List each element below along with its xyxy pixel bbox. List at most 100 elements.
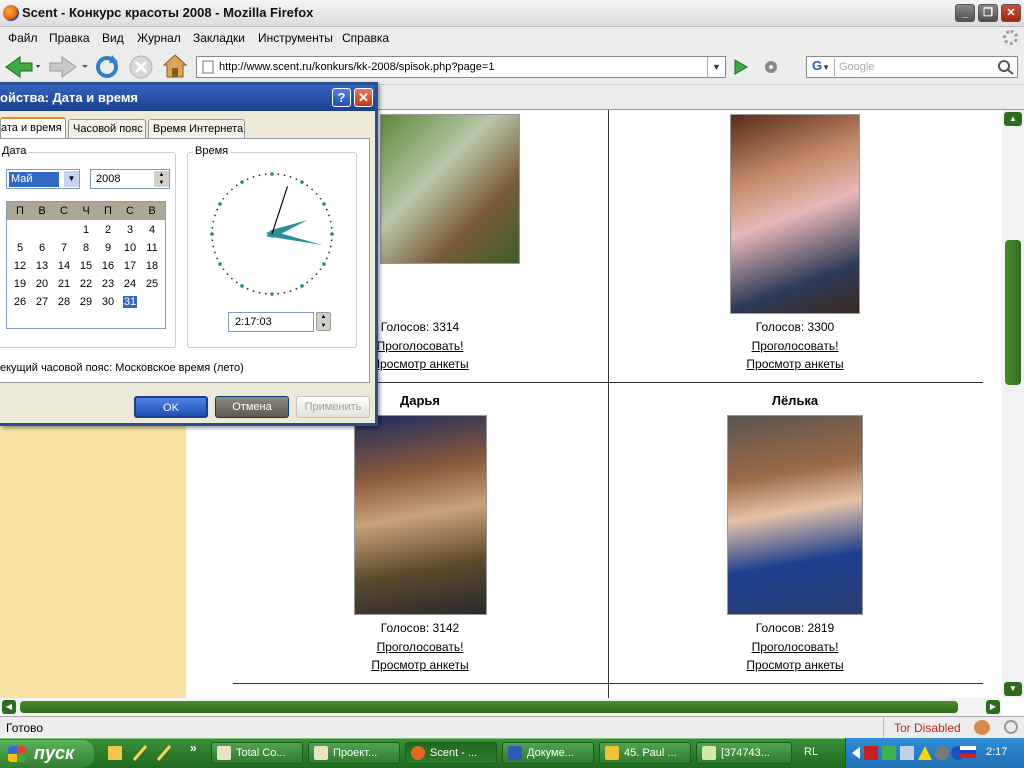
menu-bookmarks[interactable]: Закладки [193, 31, 245, 45]
scroll-right-icon[interactable]: ▶ [986, 700, 1000, 714]
calendar-day[interactable]: 15 [75, 260, 97, 272]
vertical-scroll-thumb[interactable] [1005, 240, 1021, 385]
time-input[interactable]: 2:17:03 [228, 312, 314, 332]
taskbar-item-scent[interactable]: Scent - ... [405, 742, 497, 764]
calendar-day[interactable]: 22 [75, 278, 97, 290]
year-spin-icon[interactable]: ▲ ▼ [154, 171, 169, 187]
quick-launch-expand[interactable]: » [190, 741, 197, 755]
contestant-4-photo[interactable] [727, 415, 863, 615]
contestant-4-vote-link[interactable]: Проголосовать! [735, 640, 855, 654]
quick-launch-icons[interactable] [106, 744, 186, 762]
apply-button[interactable]: Применить [296, 396, 370, 418]
year-spinner[interactable]: 2008 ▲ ▼ [90, 169, 170, 189]
month-select[interactable]: Май ▼ [6, 169, 80, 189]
minimize-button[interactable]: _ [955, 4, 975, 22]
contestant-3-profile-link[interactable]: Просмотр анкеты [360, 658, 480, 672]
calendar-day[interactable]: 31 [123, 296, 137, 308]
url-input[interactable]: http://www.scent.ru/konkurs/kk-2008/spis… [196, 56, 726, 78]
taskbar-item-document[interactable]: Докуме... [502, 742, 594, 764]
reload-icon[interactable] [94, 54, 120, 80]
menu-tools[interactable]: Инструменты [258, 31, 333, 45]
calendar-day[interactable]: 12 [9, 260, 31, 272]
time-spin-icon[interactable]: ▲ ▼ [316, 312, 331, 331]
tray-icons[interactable] [850, 744, 970, 762]
tor-status[interactable]: Tor Disabled [883, 717, 971, 738]
back-icon[interactable] [4, 55, 40, 79]
calendar-day[interactable]: 23 [97, 278, 119, 290]
taskbar-item-project[interactable]: Проект... [308, 742, 400, 764]
calendar-day[interactable]: 4 [141, 224, 163, 236]
calendar-day[interactable]: 28 [53, 296, 75, 308]
calendar-day[interactable]: 17 [119, 260, 141, 272]
search-input[interactable]: G▼ Google [806, 56, 1018, 78]
close-button[interactable]: ✕ [1001, 4, 1021, 22]
calendar-day[interactable]: 1 [75, 224, 97, 236]
vertical-scrollbar[interactable]: ▲ ▼ [1002, 110, 1024, 698]
extension-icon[interactable] [762, 58, 780, 76]
start-button[interactable]: пуск [0, 740, 94, 768]
calendar-day[interactable]: 25 [141, 278, 163, 290]
tab-internet-time[interactable]: Время Интернета [148, 119, 245, 139]
calendar-day[interactable]: 16 [97, 260, 119, 272]
calendar-day[interactable]: 9 [97, 242, 119, 254]
maximize-button[interactable]: ❐ [978, 4, 998, 22]
calendar-day[interactable]: 21 [53, 278, 75, 290]
scroll-down-icon[interactable]: ▼ [1004, 682, 1022, 696]
go-icon[interactable] [731, 58, 749, 76]
monkey-icon[interactable] [974, 720, 990, 735]
language-indicator[interactable]: RL [804, 746, 818, 758]
contestant-2-photo[interactable] [730, 114, 860, 314]
menu-view[interactable]: Вид [102, 31, 124, 45]
calendar-day[interactable]: 24 [119, 278, 141, 290]
calendar-day[interactable]: 20 [31, 278, 53, 290]
calendar-day[interactable]: 26 [9, 296, 31, 308]
russian-flag-icon[interactable] [960, 746, 976, 758]
menu-edit[interactable]: Правка [49, 31, 90, 45]
calendar-day[interactable]: 8 [75, 242, 97, 254]
contestant-2-vote-link[interactable]: Проголосовать! [735, 339, 855, 353]
tab-timezone[interactable]: Часовой пояс [68, 119, 146, 139]
help-icon[interactable]: ? [332, 88, 351, 107]
calendar-day[interactable]: 19 [9, 278, 31, 290]
stop-icon[interactable] [128, 54, 154, 80]
search-icon[interactable] [997, 59, 1015, 75]
calendar-day[interactable]: 6 [31, 242, 53, 254]
contestant-1-profile-link[interactable]: Просмотр анкеты [360, 357, 480, 371]
calendar-day[interactable]: 5 [9, 242, 31, 254]
google-engine-icon[interactable]: G▼ [809, 58, 835, 76]
calendar-grid[interactable]: ПВСЧПСВ 1 2 3 4 5 6 7 8 9 10 11 12 13 14 15 16 17 18 19 20 2… [6, 201, 166, 329]
taskbar-item-paul[interactable]: 45. Paul ... [599, 742, 691, 764]
contestant-1-photo[interactable] [380, 114, 520, 264]
horizontal-scrollbar[interactable]: ◀ ▶ [0, 698, 1002, 716]
contestant-2-profile-link[interactable]: Просмотр анкеты [735, 357, 855, 371]
contestant-4-profile-link[interactable]: Просмотр анкеты [735, 658, 855, 672]
dialog-close-icon[interactable]: ✕ [354, 88, 373, 107]
calendar-day[interactable]: 10 [119, 242, 141, 254]
scroll-left-icon[interactable]: ◀ [2, 700, 16, 714]
calendar-day[interactable]: 29 [75, 296, 97, 308]
contestant-3-vote-link[interactable]: Проголосовать! [360, 640, 480, 654]
calendar-day[interactable]: 2 [97, 224, 119, 236]
calendar-day[interactable]: 7 [53, 242, 75, 254]
calendar-day[interactable]: 18 [141, 260, 163, 272]
taskbar-item-total-commander[interactable]: Total Co... [211, 742, 303, 764]
ok-button[interactable]: OK [134, 396, 208, 418]
tab-date-time[interactable]: ата и время [0, 117, 66, 139]
menu-help[interactable]: Справка [342, 31, 389, 45]
home-icon[interactable] [162, 53, 188, 79]
taskbar-item-374743[interactable]: [374743... [696, 742, 792, 764]
cancel-button[interactable]: Отмена [215, 396, 289, 418]
contestant-1-vote-link[interactable]: Проголосовать! [360, 339, 480, 353]
contestant-3-photo[interactable] [354, 415, 487, 615]
calendar-day[interactable]: 30 [97, 296, 119, 308]
url-dropdown-icon[interactable]: ▼ [707, 57, 725, 77]
horizontal-scroll-thumb[interactable] [20, 701, 958, 713]
menu-file[interactable]: Файл [8, 31, 38, 45]
calendar-day[interactable]: 13 [31, 260, 53, 272]
calendar-day[interactable]: 27 [31, 296, 53, 308]
calendar-day[interactable]: 11 [141, 242, 163, 254]
calendar-day[interactable]: 3 [119, 224, 141, 236]
forward-icon[interactable] [48, 55, 90, 79]
calendar-day[interactable]: 14 [53, 260, 75, 272]
month-dropdown-icon[interactable]: ▼ [64, 171, 79, 187]
